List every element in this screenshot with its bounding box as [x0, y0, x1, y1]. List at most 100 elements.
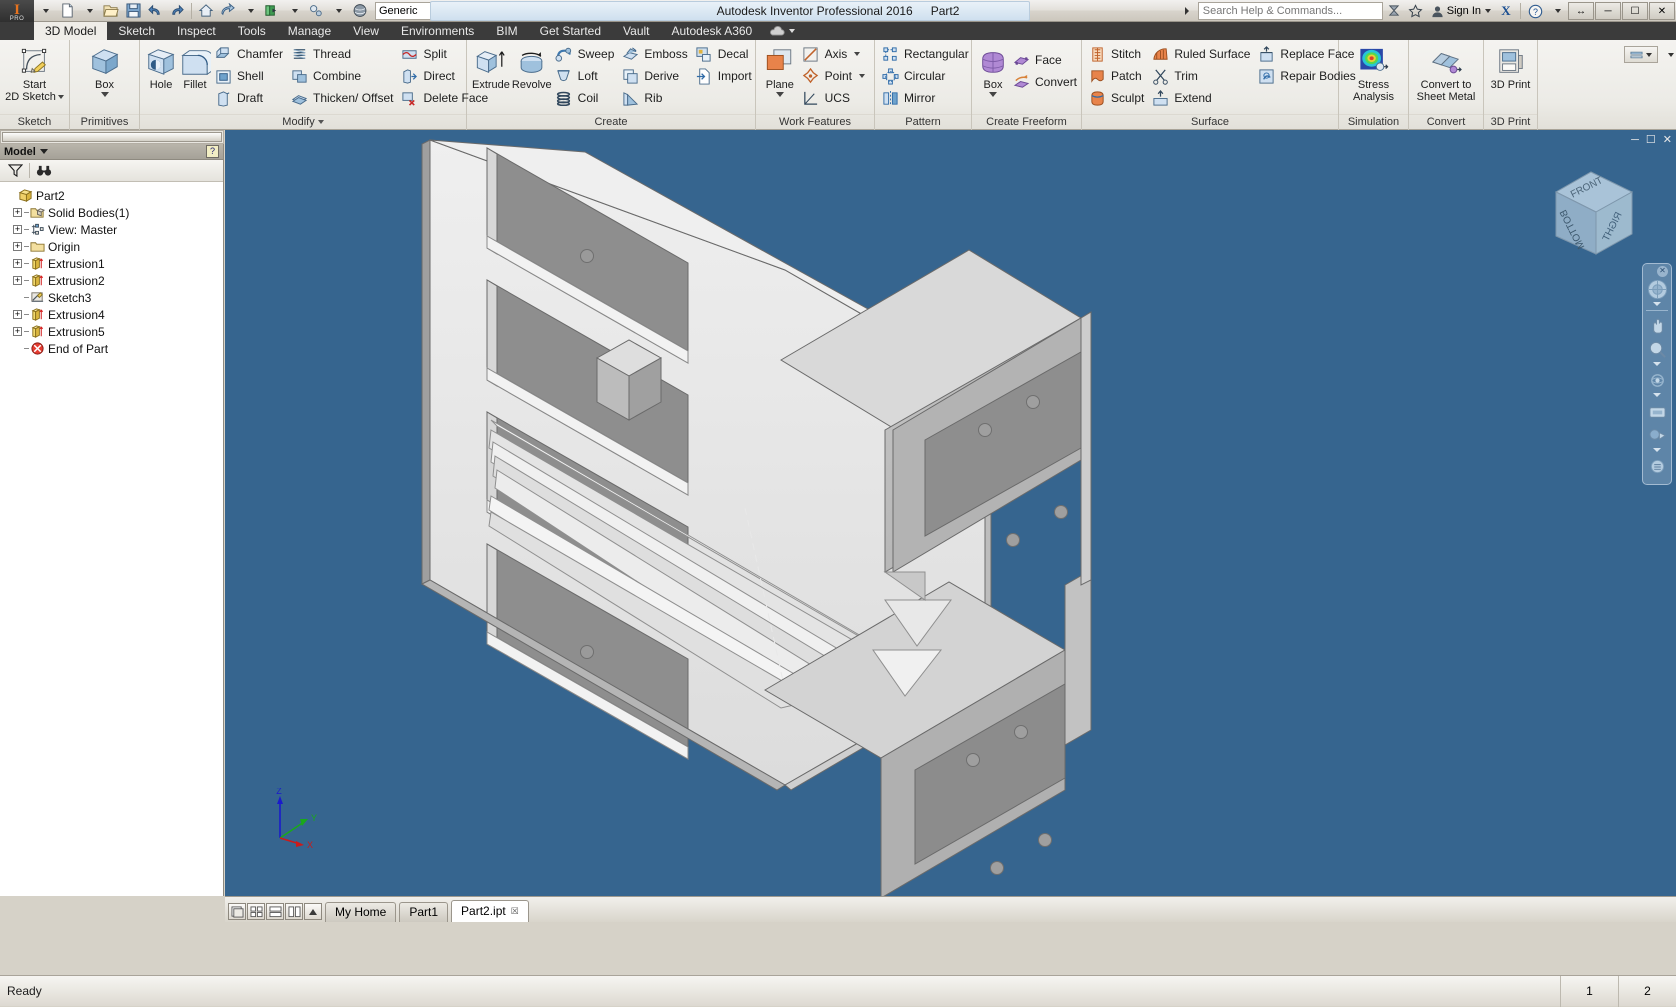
start-2d-sketch-dropdown-icon[interactable] — [57, 95, 64, 99]
scrollbar-thumb[interactable] — [2, 132, 222, 142]
extend-button[interactable]: Extend — [1149, 87, 1255, 109]
viewcube[interactable]: FRONT BOTTOM RIGHT — [1536, 158, 1646, 268]
tree-item-extrusion2[interactable]: + Extrusion2 — [4, 272, 223, 289]
show-motion-icon[interactable] — [1645, 423, 1669, 447]
help-dropdown[interactable] — [1546, 1, 1568, 21]
derive-button[interactable]: Derive — [619, 65, 692, 87]
vertical-split-layout-button[interactable] — [285, 903, 303, 920]
favorites-star-icon[interactable] — [1405, 1, 1427, 21]
draft-button[interactable]: Draft — [212, 87, 288, 109]
3d-print-button[interactable]: 3D Print — [1488, 43, 1533, 93]
tree-item-extrusion5[interactable]: + Extrusion5 — [4, 323, 223, 340]
filter-icon[interactable] — [5, 162, 25, 180]
rib-button[interactable]: Rib — [619, 87, 692, 109]
expander-extrusion1[interactable]: + — [11, 257, 24, 270]
sculpt-button[interactable]: Sculpt — [1086, 87, 1149, 109]
ruled-surface-button[interactable]: Ruled Surface — [1149, 43, 1255, 65]
chamfer-button[interactable]: Chamfer — [212, 43, 288, 65]
tab-vault[interactable]: Vault — [612, 22, 660, 40]
freeform-box-dropdown-icon[interactable] — [989, 92, 997, 97]
orbit-dropdown-icon[interactable] — [1653, 393, 1661, 397]
emboss-button[interactable]: Emboss — [619, 43, 692, 65]
full-navigation-wheel-icon[interactable] — [1645, 277, 1669, 301]
tab-inspect[interactable]: Inspect — [166, 22, 227, 40]
tab-autodesk-a360[interactable]: Autodesk A360 — [661, 22, 764, 40]
look-at-icon[interactable] — [1645, 399, 1669, 423]
tree-item-origin[interactable]: + Origin — [4, 238, 223, 255]
expander-origin[interactable]: + — [11, 240, 24, 253]
stress-analysis-button[interactable]: Stress Analysis — [1343, 43, 1404, 105]
hole-button[interactable]: Hole — [144, 43, 178, 93]
tree-item-sketch3[interactable]: Sketch3 — [4, 289, 223, 306]
loft-button[interactable]: Loft — [553, 65, 620, 87]
save-icon[interactable] — [122, 1, 144, 21]
doc-tab-close-icon[interactable]: ☒ — [511, 901, 519, 922]
expander-extrusion2[interactable]: + — [11, 274, 24, 287]
minimize-window-icon[interactable]: ─ — [1595, 2, 1621, 20]
return-icon[interactable] — [217, 1, 239, 21]
work-axis-dropdown-icon[interactable] — [854, 52, 861, 56]
import-button[interactable]: Import — [693, 65, 757, 87]
new-file-dropdown[interactable] — [78, 1, 100, 21]
work-point-button[interactable]: Point — [800, 65, 870, 87]
show-motion-dropdown-icon[interactable] — [1653, 448, 1661, 452]
ribbon-overflow-button[interactable] — [1624, 46, 1658, 63]
material-sphere-icon[interactable] — [349, 1, 371, 21]
freeform-face-button[interactable]: Face — [1010, 49, 1082, 71]
redo-icon[interactable] — [166, 1, 188, 21]
tree-item-part2[interactable]: Part2 — [4, 187, 223, 204]
home-icon[interactable] — [195, 1, 217, 21]
work-plane-button[interactable]: Plane — [760, 43, 800, 99]
tab-3d-model[interactable]: 3D Model — [34, 22, 108, 40]
pan-icon[interactable] — [1645, 313, 1669, 337]
mirror-button[interactable]: Mirror — [879, 87, 974, 109]
trim-button[interactable]: Trim — [1149, 65, 1255, 87]
ribbon-collapse-caret[interactable] — [1664, 46, 1676, 63]
doc-tab-part2-ipt[interactable]: Part2.ipt ☒ — [451, 900, 529, 922]
find-binoculars-icon[interactable] — [34, 162, 54, 180]
extrude-button[interactable]: Extrude — [471, 43, 511, 93]
close-window-icon[interactable]: ✕ — [1649, 2, 1675, 20]
layout-scroll-up-button[interactable] — [304, 903, 322, 920]
modify-panel-dropdown-icon[interactable] — [317, 120, 324, 125]
decal-button[interactable]: Decal — [693, 43, 757, 65]
single-view-layout-button[interactable] — [228, 903, 246, 920]
doc-tab-part1[interactable]: Part1 — [399, 902, 449, 922]
tab-view[interactable]: View — [342, 22, 390, 40]
doc-tab-my-home[interactable]: My Home — [325, 902, 397, 922]
browser-help-icon[interactable]: ? — [206, 145, 219, 158]
app-menu-dropdown[interactable] — [34, 1, 56, 21]
inventor-logo[interactable]: I PRO — [0, 0, 34, 22]
zoom-icon[interactable] — [1645, 337, 1669, 361]
circular-pattern-button[interactable]: Circular — [879, 65, 974, 87]
stitch-button[interactable]: Stitch — [1086, 43, 1149, 65]
browser-title-dropdown-icon[interactable] — [39, 149, 48, 154]
start-2d-sketch-button[interactable]: Start 2D Sketch — [4, 43, 65, 105]
rectangular-pattern-button[interactable]: Rectangular — [879, 43, 974, 65]
sweep-button[interactable]: Sweep — [553, 43, 620, 65]
wheel-dropdown-icon[interactable] — [1653, 302, 1661, 306]
ucs-button[interactable]: UCS — [800, 87, 870, 109]
tab-get-started[interactable]: Get Started — [529, 22, 612, 40]
primitive-box-button[interactable]: Box — [77, 43, 133, 99]
open-file-icon[interactable] — [100, 1, 122, 21]
freeform-convert-button[interactable]: Convert — [1010, 71, 1082, 93]
browser-header[interactable]: Model ? — [0, 144, 223, 160]
orbit-icon[interactable] — [1645, 368, 1669, 392]
horizontal-split-layout-button[interactable] — [266, 903, 284, 920]
help-icon[interactable]: ? — [1524, 1, 1546, 21]
shell-button[interactable]: Shell — [212, 65, 288, 87]
combine-button[interactable]: Combine — [288, 65, 398, 87]
zoom-dropdown-icon[interactable] — [1653, 362, 1661, 366]
return-dropdown[interactable] — [239, 1, 261, 21]
tab-manage[interactable]: Manage — [277, 22, 342, 40]
restore-window-icon[interactable]: ↔ — [1568, 2, 1594, 20]
convert-sheet-metal-button[interactable]: Convert to Sheet Metal — [1413, 43, 1479, 105]
tree-item-extrusion1[interactable]: + Extrusion1 — [4, 255, 223, 272]
new-file-icon[interactable] — [56, 1, 78, 21]
navbar-close-icon[interactable]: ✕ — [1657, 266, 1668, 277]
primitive-box-dropdown-icon[interactable] — [100, 92, 109, 97]
sign-in-button[interactable]: Sign In — [1427, 1, 1495, 21]
coil-button[interactable]: Coil — [553, 87, 620, 109]
tree-item-view-master[interactable]: + View: Master — [4, 221, 223, 238]
